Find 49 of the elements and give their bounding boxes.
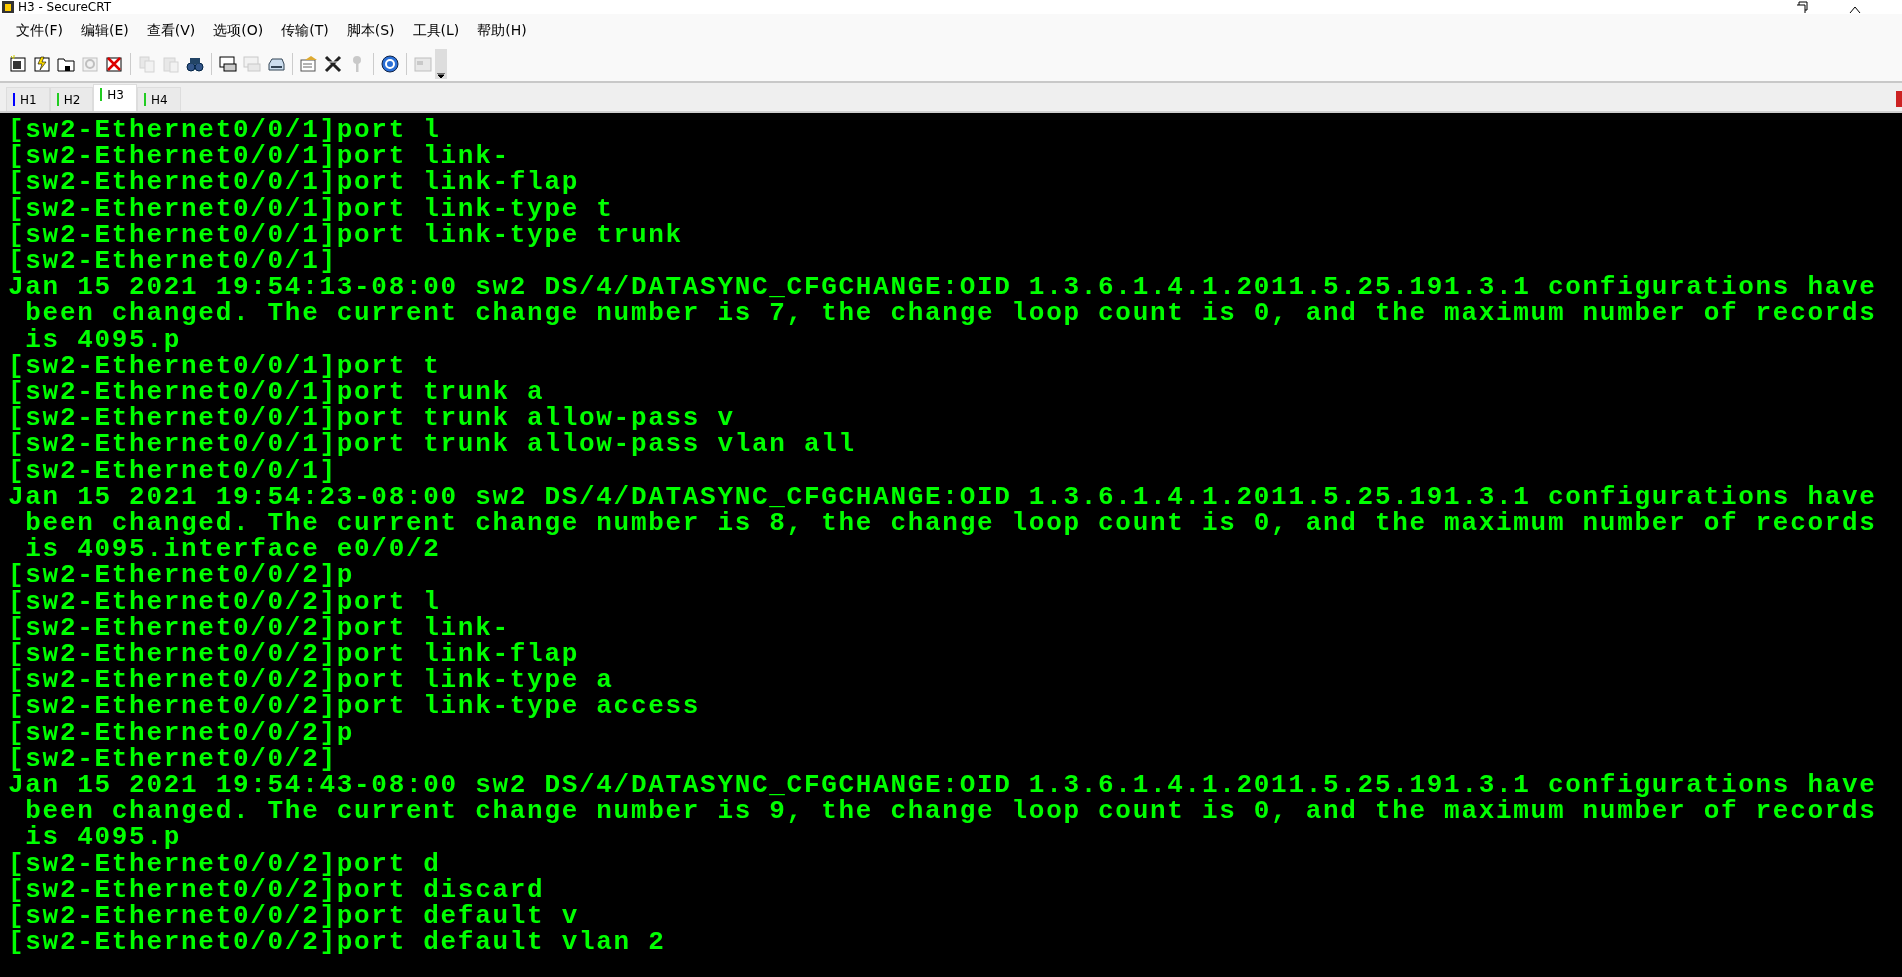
menu-item[interactable]: 文件(F) <box>8 17 71 44</box>
terminal-line: [sw2-Ethernet0/0/1]port link-type trunk <box>8 221 683 248</box>
terminal-line: [sw2-Ethernet0/0/2]port link-type a <box>8 667 614 694</box>
menu-item[interactable]: 工具(L) <box>404 17 468 44</box>
terminal-line: [sw2-Ethernet0/0/1]port trunk allow-pass vlan all <box>8 431 856 458</box>
help-icon[interactable] <box>378 52 402 76</box>
window-title: H3 - SecureCRT <box>18 0 113 14</box>
menu-item[interactable]: 查看(V) <box>138 17 204 44</box>
terminal-line: [sw2-Ethernet0/0/2]port l <box>8 588 441 615</box>
terminal-line: [sw2-Ethernet0/0/2]port link- <box>8 614 510 642</box>
terminal-line: Jan 15 2021 19:54:43-08:00 sw2 DS/4/DATASYNC_CFGCHANGE:OID 1.3.6.1.4.1.2011.5.25.191.3.1 configurations have <box>8 772 1877 799</box>
menu-item[interactable]: 编辑(E) <box>73 17 137 44</box>
terminal-line: [sw2-Ethernet0/0/1] <box>8 248 337 275</box>
terminal-line: [sw2-Ethernet0/0/2]p <box>8 719 355 746</box>
terminal-line: [sw2-Ethernet0/0/1]port trunk a <box>8 379 545 406</box>
menu-item[interactable]: 帮助(H) <box>469 17 535 44</box>
terminal-line: [sw2-Ethernet0/0/2]port link-type access <box>8 693 701 720</box>
terminal-line: [sw2-Ethernet0/0/1]port trunk allow-pass v <box>8 405 735 432</box>
terminal-line: [sw2-Ethernet0/0/1] <box>8 457 337 484</box>
terminal-line: [sw2-Ethernet0/0/2]port link-flap <box>8 641 579 668</box>
terminal-line: Jan 15 2021 19:54:23-08:00 sw2 DS/4/DATASYNC_CFGCHANGE:OID 1.3.6.1.4.1.2011.5.25.191.3.1 configurations have <box>8 483 1877 511</box>
terminal-line: [sw2-Ethernet0/0/1]port link- <box>8 143 510 170</box>
terminal-line: [sw2-Ethernet0/0/1]port link-flap <box>8 169 579 196</box>
session-tab[interactable]: H3 <box>93 84 137 111</box>
terminal-line: [sw2-Ethernet0/0/2] <box>8 745 337 773</box>
terminal-line: been changed. The current change number is 7, the change loop count is 0, and the maximum number of records <box>24 300 1877 327</box>
terminal-line: is 4095.p <box>25 326 182 353</box>
terminal-line: been changed. The current change number is 9, the change loop count is 0, and the maximum number of records <box>24 798 1877 825</box>
toolbar-overflow-button[interactable] <box>435 49 447 79</box>
terminal-line: [sw2-Ethernet0/0/2]p <box>8 562 355 589</box>
terminal-line: [sw2-Ethernet0/0/2]port d <box>8 850 441 877</box>
terminal-line: is 4095.p <box>25 824 182 851</box>
terminal-line: [sw2-Ethernet0/0/2]port discard <box>8 876 545 904</box>
menu-item[interactable]: 传输(T) <box>273 17 337 44</box>
session-tab[interactable]: H4 <box>137 87 181 111</box>
terminal-line: [sw2-Ethernet0/0/1]port l <box>8 117 441 144</box>
terminal-line: Jan 15 2021 19:54:13-08:00 sw2 DS/4/DATASYNC_CFGCHANGE:OID 1.3.6.1.4.1.2011.5.25.191.3.1 configurations have <box>8 274 1877 301</box>
terminal-line: [sw2-Ethernet0/0/1]port link-type t <box>8 195 614 222</box>
caret-icon <box>437 73 445 79</box>
menu-item[interactable]: 选项(O) <box>205 17 272 44</box>
app-icon <box>2 1 14 13</box>
terminal-line: [sw2-Ethernet0/0/2]port default vlan 2 <box>8 929 666 956</box>
terminal-line: [sw2-Ethernet0/0/2]port default v <box>8 903 579 930</box>
session-tab[interactable]: H1 <box>6 87 50 111</box>
menu-item[interactable]: 脚本(S) <box>338 17 403 44</box>
session-tab[interactable]: H2 <box>49 87 94 111</box>
terminal-line: is 4095.interface e0/0/2 <box>25 536 441 563</box>
terminal-line: [sw2-Ethernet0/0/1]port t <box>8 352 441 380</box>
terminal-line: been changed. The current change number is 8, the change loop count is 0, and the maximum number of records <box>24 510 1877 537</box>
